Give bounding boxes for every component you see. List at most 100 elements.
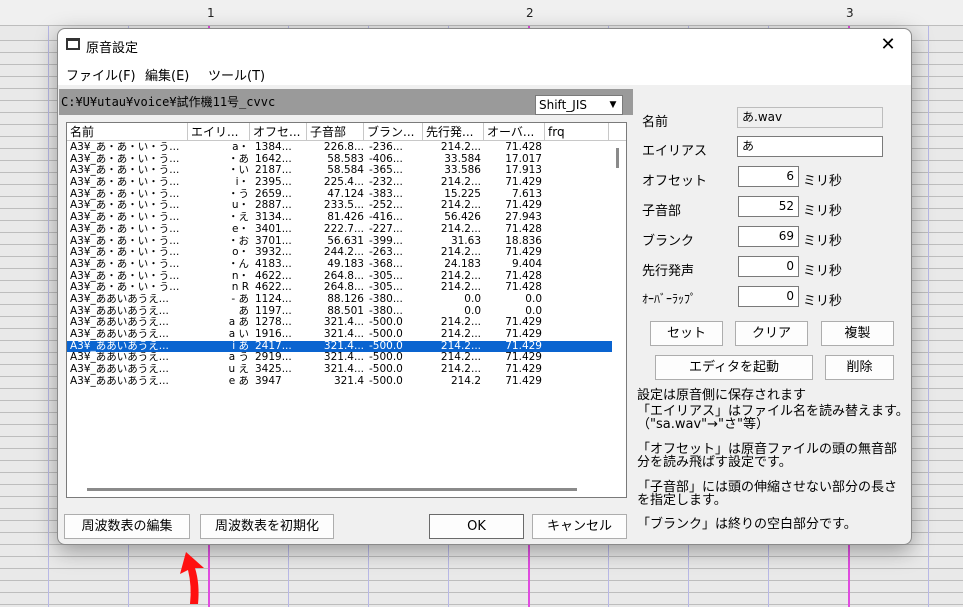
table-row[interactable]: A3¥_あ・あ・い・う... o・ 3932... 244.2... -263... 21…: [67, 247, 612, 259]
consonant-input[interactable]: 52: [738, 196, 799, 217]
table-row[interactable]: A3¥_ああいあうえ... a あ 1278... 321.4... -500.0 214…: [67, 317, 612, 329]
table-cell: -380...: [369, 305, 403, 317]
table-cell: 0.0: [525, 293, 542, 305]
column-header-consonant[interactable]: 子音部: [307, 123, 364, 141]
table-row[interactable]: A3¥_ああいあうえ... e あ 3947 321.4 -500.0 214.2 71.4…: [67, 376, 612, 388]
horizontal-scrollbar[interactable]: [67, 481, 626, 497]
dialog-title: 原音設定: [86, 41, 139, 56]
table-cell: 7.613: [511, 188, 542, 200]
table-cell: 2395...: [255, 177, 292, 189]
table-cell: -500.0: [369, 340, 403, 352]
table-cell: 4622...: [255, 282, 292, 294]
table-cell: 3425...: [255, 364, 292, 376]
table-cell: A3¥_あ・あ・い・う...: [70, 200, 180, 212]
table-row[interactable]: A3¥_あ・あ・い・う... u・ 2887... 233.5... -252... 21…: [67, 200, 612, 212]
column-header-alias[interactable]: エイリ...: [188, 123, 250, 141]
table-cell: e・: [232, 223, 249, 235]
table-cell: 264.8...: [323, 270, 364, 282]
voicebank-path: C:¥U¥utau¥voice¥試作機11号_cvvc: [61, 95, 276, 109]
table-row[interactable]: A3¥_あ・あ・い・う... ・う 2659... 47.124 -383... 15.2…: [67, 189, 612, 201]
table-cell: 31.63: [450, 235, 481, 247]
help-text: 「エイリアス」はファイル名を読み替えます。（"sa.wav"→"さ"等）: [637, 404, 909, 432]
help-text: 「オフセット」は原音ファイルの頭の無音部分を読み飛ばす設定です。: [637, 442, 898, 470]
column-header-offset[interactable]: オフセ...: [250, 123, 307, 141]
cancel-button[interactable]: キャンセル: [532, 514, 627, 539]
table-cell: A3¥_ああいあうえ...: [70, 364, 169, 376]
init-frequency-table-button[interactable]: 周波数表を初期化: [200, 514, 334, 539]
scroll-thumb[interactable]: [616, 148, 619, 168]
table-row[interactable]: A3¥_あ・あ・い・う... n・ 4622... 264.8... -305... 21…: [67, 271, 612, 283]
table-cell: A3¥_ああいあうえ...: [70, 293, 169, 305]
table-cell: -416...: [369, 212, 403, 224]
table-cell: 58.584: [327, 165, 364, 177]
table-row[interactable]: A3¥_あ・あ・い・う... e・ 3401... 222.7... -227... 21…: [67, 224, 612, 236]
column-header-frq[interactable]: frq: [545, 123, 609, 141]
column-header-overlap[interactable]: オーバ...: [484, 123, 545, 141]
table-cell: 214.2...: [440, 270, 481, 282]
table-row[interactable]: A3¥_あ・あ・い・う... a・ 1384... 226.8... -236... 21…: [67, 142, 612, 154]
table-cell: -227...: [369, 223, 403, 235]
table-cell: 47.124: [327, 188, 364, 200]
table-cell: 27.943: [505, 212, 542, 224]
menu-tools[interactable]: ツール(T): [208, 65, 265, 84]
table-row[interactable]: A3¥_ああいあうえ... - あ 1124... 88.126 -380... 0.0 0…: [67, 294, 612, 306]
oto-table[interactable]: 名前 エイリ... オフセ... 子音部 ブラン... 先行発... オーバ..…: [66, 122, 627, 498]
table-cell: -500.0: [369, 329, 403, 340]
delete-button[interactable]: 削除: [825, 355, 894, 380]
table-cell: 214.2...: [440, 329, 481, 340]
table-row[interactable]: A3¥_あ・あ・い・う... ・え 3134... 81.426 -416... 56.4…: [67, 212, 612, 224]
table-cell: 2659...: [255, 188, 292, 200]
table-cell: 71.429: [505, 375, 542, 387]
table-row[interactable]: A3¥_ああいあうえ... a い 1916... 321.4... -500.0 214…: [67, 329, 612, 341]
table-cell: 264.8...: [323, 282, 364, 294]
table-cell: A3¥_あ・あ・い・う...: [70, 247, 180, 259]
table-cell: -365...: [369, 165, 403, 177]
table-cell: 214.2...: [440, 223, 481, 235]
table-cell: -263...: [369, 247, 403, 259]
scroll-thumb[interactable]: [87, 488, 577, 491]
set-button[interactable]: セット: [650, 321, 723, 346]
table-cell: A3¥_ああいあうえ...: [70, 305, 169, 317]
clear-button[interactable]: クリア: [735, 321, 808, 346]
table-row[interactable]: A3¥_ああいあうえ... あ 1197... 88.501 -380... 0.0 0.0: [67, 306, 612, 318]
table-row[interactable]: A3¥_あ・あ・い・う... ・お 3701... 56.631 -399... 31.6…: [67, 236, 612, 248]
table-row[interactable]: A3¥_あ・あ・い・う... ・ん 4183... 49.183 -368... 24.1…: [67, 259, 612, 271]
table-cell: a あ: [228, 317, 249, 329]
table-cell: 58.583: [327, 153, 364, 165]
column-header-preutterance[interactable]: 先行発...: [423, 123, 484, 141]
duplicate-button[interactable]: 複製: [821, 321, 894, 346]
column-header-blank[interactable]: ブラン...: [364, 123, 423, 141]
title-bar: 原音設定 ✕: [58, 29, 911, 61]
menu-edit[interactable]: 編集(E): [145, 65, 189, 84]
preutterance-input[interactable]: 0: [738, 256, 799, 277]
overlap-input[interactable]: 0: [738, 286, 799, 307]
encoding-select[interactable]: Shift_JIS ▼: [535, 95, 623, 115]
table-cell: A3¥_ああいあうえ...: [70, 375, 169, 387]
table-row[interactable]: A3¥_ああいあうえ... a う 2919... 321.4... -500.0 214…: [67, 352, 612, 364]
measure-number: 1: [207, 6, 215, 20]
menu-bar: ファイル(F) 編集(E) ツール(T): [58, 61, 911, 85]
close-button[interactable]: ✕: [865, 29, 911, 61]
table-cell: 1642...: [255, 153, 292, 165]
launch-editor-button[interactable]: エディタを起動: [655, 355, 813, 380]
table-cell: 214.2...: [440, 142, 481, 153]
table-row[interactable]: A3¥_あ・あ・い・う... i・ 2395... 225.4... -232... 21…: [67, 177, 612, 189]
table-cell: 4622...: [255, 270, 292, 282]
ok-button[interactable]: OK: [429, 514, 524, 539]
menu-file[interactable]: ファイル(F): [66, 65, 136, 84]
table-cell: 1124...: [255, 293, 292, 305]
table-row[interactable]: A3¥_ああいあうえ... i あ 2417... 321.4... -500.0 214…: [67, 340, 612, 353]
table-row[interactable]: A3¥_ああいあうえ... u え 3425... 321.4... -500.0 214…: [67, 364, 612, 376]
table-row[interactable]: A3¥_あ・あ・い・う... n R 4622... 264.8... -305... 2…: [67, 282, 612, 294]
table-row[interactable]: A3¥_あ・あ・い・う... ・あ 1642... 58.583 -406... 33.5…: [67, 154, 612, 166]
alias-input[interactable]: あ: [737, 136, 883, 157]
blank-input[interactable]: 69: [738, 226, 799, 247]
column-header-name[interactable]: 名前: [67, 123, 188, 141]
table-cell: 1278...: [255, 317, 292, 329]
table-body: A3¥_あ・あ・い・う... a・ 1384... 226.8... -236... 21…: [67, 142, 612, 387]
offset-input[interactable]: 6: [738, 166, 799, 187]
edit-frequency-table-button[interactable]: 周波数表の編集: [64, 514, 190, 539]
vertical-scrollbar[interactable]: [610, 142, 626, 482]
table-row[interactable]: A3¥_あ・あ・い・う... ・い 2187... 58.584 -365... 33.5…: [67, 165, 612, 177]
table-cell: ・え: [228, 212, 249, 224]
